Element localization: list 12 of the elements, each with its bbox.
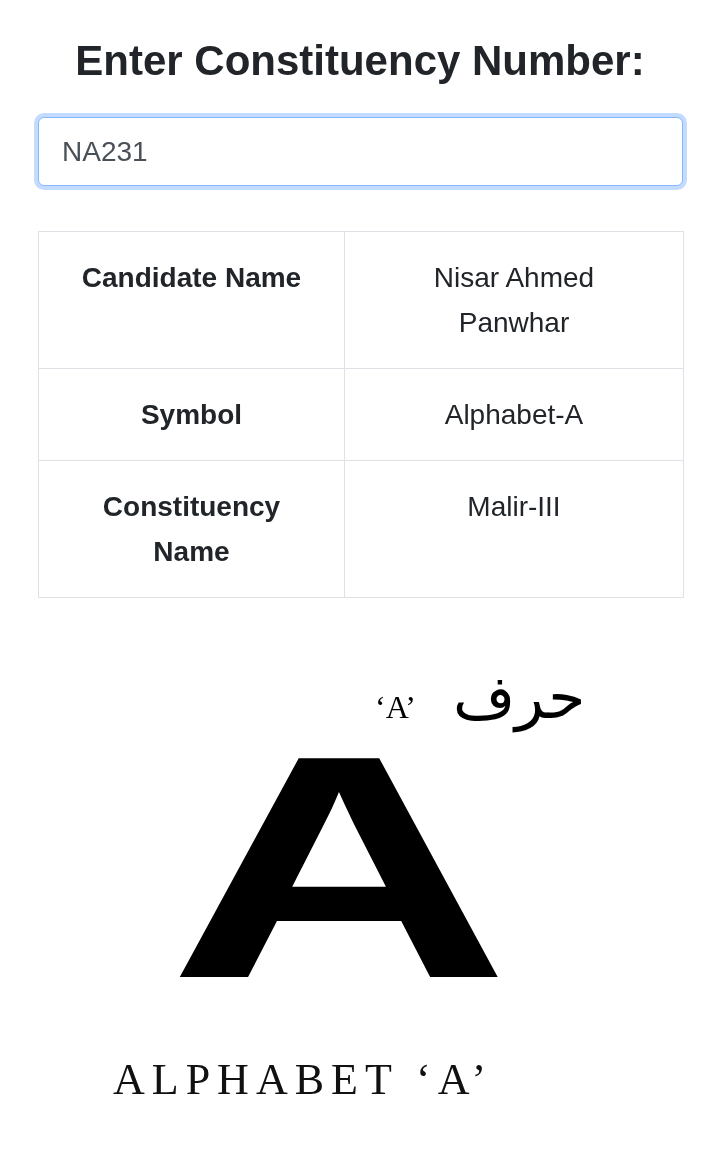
symbol-letter: A <box>168 753 511 982</box>
value-cell: Malir-III <box>344 460 684 598</box>
symbol-latin-caption: ‘A’ <box>375 688 416 727</box>
value-cell: Nisar Ahmed Panwhar <box>344 231 684 369</box>
value-cell: Alphabet-A <box>344 368 684 461</box>
symbol-urdu-caption: حرف <box>451 662 587 732</box>
page-heading: Enter Constituency Number: <box>74 36 646 86</box>
label-cell: Candidate Name <box>38 231 345 369</box>
constituency-input[interactable]: NA231 <box>38 117 683 186</box>
symbol-caption: ALPHABET ‘A’ <box>113 1055 494 1105</box>
label-cell: Symbol <box>38 368 345 461</box>
label-cell: Constituency Name <box>38 460 345 598</box>
